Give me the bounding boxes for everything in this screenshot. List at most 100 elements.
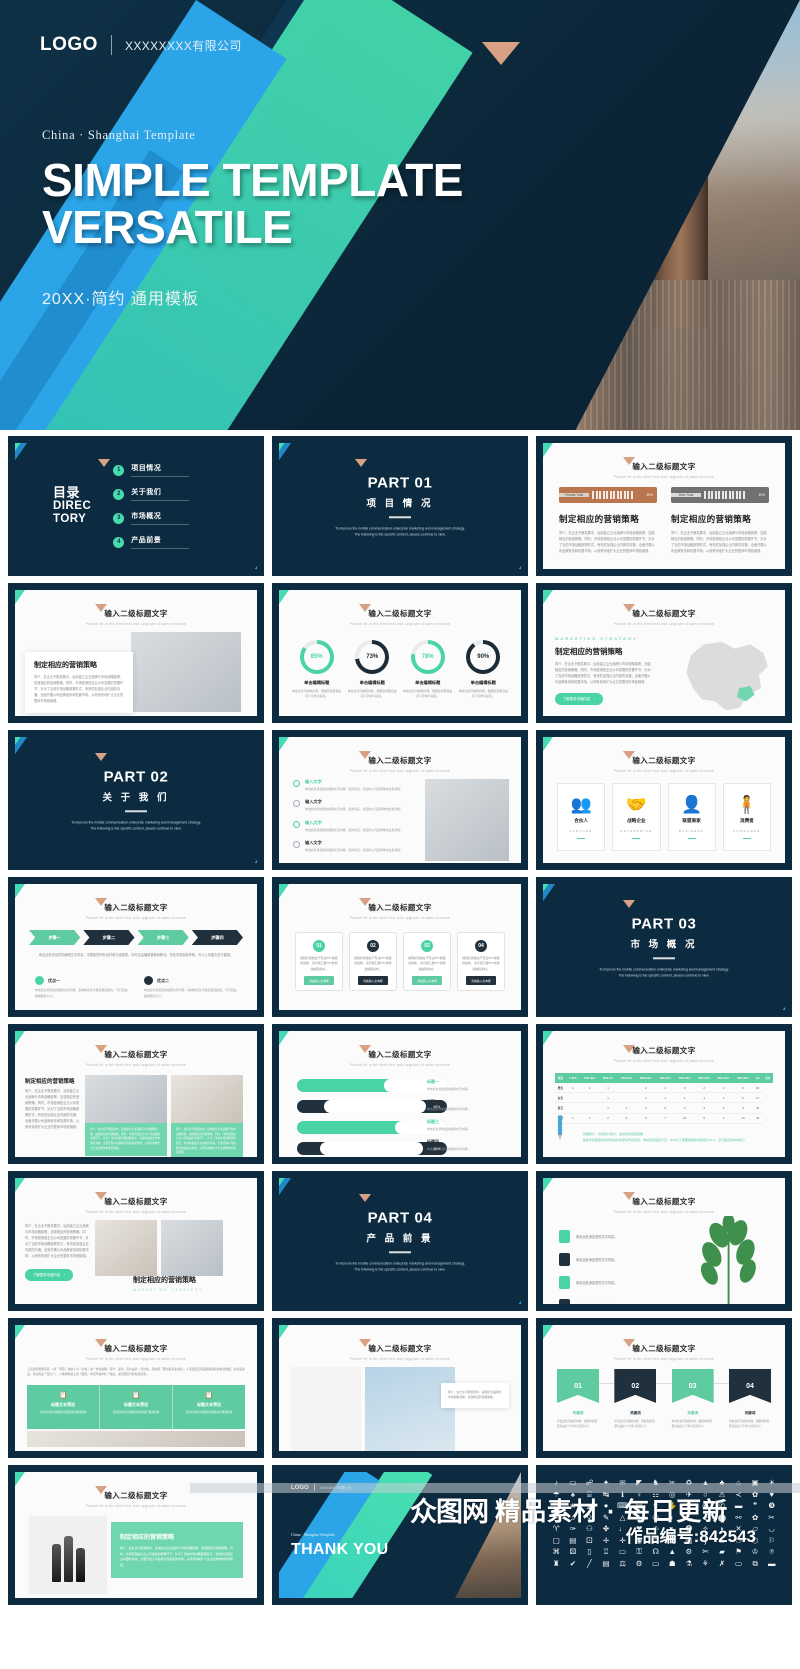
library-icon[interactable]: ▰ [715,1548,730,1556]
thumb-data-table[interactable]: 输入二级标题文字 Please fill in the brief text a… [536,1024,792,1164]
library-icon[interactable]: ✎ [599,1513,614,1522]
library-icon[interactable]: ⚖ [615,1559,630,1568]
icon-card-consumer[interactable]: 🧍 消费者 CONSUMER [722,783,771,851]
thumb-bullet-list[interactable]: 输入二级标题文字 Please fill in the brief text a… [272,730,528,870]
library-icon[interactable]: ▭ [615,1548,630,1556]
library-icon[interactable]: ✧ [698,1525,713,1533]
step-chip[interactable]: 步骤四 [191,930,243,945]
step-chip[interactable]: 步骤二 [83,930,135,945]
icon-card-enterprise[interactable]: 🤝 战略企业 ENTERPRISE [612,783,661,851]
library-icon[interactable]: ✑ [566,1525,581,1533]
library-icon[interactable]: ◢ [582,1502,597,1510]
thumb-part-02[interactable]: PART 02 关 于 我 们 To improve the mobile co… [8,730,264,870]
library-icon[interactable]: ▥ [682,1536,697,1545]
sidebar-item-market[interactable]: 3 市场概况 [113,511,190,525]
library-icon[interactable]: ⬤ [715,1513,730,1522]
library-icon[interactable]: ✂ [764,1513,779,1522]
library-icon[interactable]: ☊ [648,1548,663,1556]
library-icon[interactable]: ▭ [648,1559,663,1568]
library-icon[interactable]: ⚱ [665,1536,680,1545]
library-icon[interactable]: ⚑ [682,1502,697,1510]
library-icon[interactable]: ♡ [549,1502,564,1510]
library-icon[interactable]: ♖ [599,1548,614,1556]
library-icon[interactable]: ◗ [715,1525,730,1533]
numbered-card[interactable]: 02 编辑标题放在于专业PPT模板的加味，请与我汇报PPT的修改编辑素材。 查看… [349,932,397,992]
library-icon[interactable]: ♪ [665,1525,680,1533]
library-icon[interactable]: ⌘ [549,1548,564,1556]
step-chip[interactable]: 步骤一 [29,930,81,945]
sidebar-item-about[interactable]: 2 关于我们 [113,487,190,501]
library-icon[interactable]: ⚘ [698,1559,713,1568]
library-icon[interactable]: ▭ [731,1559,746,1568]
thumb-text-photo[interactable]: 输入二级标题文字 Please fill in the brief text a… [8,583,264,723]
library-icon[interactable]: ⚄ [566,1548,581,1556]
library-icon[interactable]: ♔ [748,1548,763,1556]
library-icon[interactable]: ▬ [731,1502,746,1510]
library-icon[interactable]: ♫ [566,1513,581,1522]
library-icon[interactable]: ✗ [715,1559,730,1568]
thumb-steps[interactable]: 输入二级标题文字 Please fill in the brief text a… [8,877,264,1017]
library-icon[interactable]: ♨ [715,1536,730,1545]
library-icon[interactable]: ʄ [698,1536,713,1545]
library-icon[interactable]: ▯ [582,1548,597,1556]
thumb-marketing-photos[interactable]: 输入二级标题文字 Please fill in the brief text a… [8,1171,264,1311]
library-icon[interactable]: ⚯ [731,1513,746,1522]
icon-card-partner[interactable]: 👥 合伙人 PARTNER [557,783,606,851]
library-icon[interactable]: ★ [566,1502,581,1510]
thumb-green-band[interactable]: 输入二级标题文字 Please fill in the brief text a… [8,1318,264,1458]
library-icon[interactable]: ◉ [632,1536,647,1545]
library-icon[interactable]: ✕ [731,1525,746,1533]
library-icon[interactable]: ✄ [698,1548,713,1556]
library-icon[interactable]: ▲ [665,1548,680,1556]
numbered-card[interactable]: 03 编辑标题放在于专业PPT模板的加味，请与我汇报PPT的修改编辑素材。 查看… [403,932,451,992]
library-icon[interactable]: ▤ [599,1559,614,1568]
library-icon[interactable]: ⏱ [648,1536,663,1545]
library-icon[interactable]: ♈ [549,1525,564,1533]
library-icon[interactable]: ✿ [748,1513,763,1522]
card-button[interactable]: 查看输入文本框 [304,976,334,986]
library-icon[interactable]: ⚀ [582,1536,597,1545]
thumb-part-01[interactable]: PART 01 项 目 情 况 To improve the mobile co… [272,436,528,576]
thumb-meters[interactable]: 输入二级标题文字 Please fill in the brief text a… [536,436,792,576]
library-icon[interactable]: ✔ [566,1559,581,1568]
library-icon[interactable]: ➊ [682,1525,697,1533]
library-icon[interactable]: ✍ [648,1525,663,1533]
card-button[interactable]: 查看输入文本框 [358,976,388,986]
library-icon[interactable]: ✇ [648,1513,663,1522]
library-icon[interactable]: ● [599,1502,614,1510]
library-icon[interactable]: ♤ [632,1513,647,1522]
library-icon[interactable]: ＋ [698,1513,713,1522]
library-icon[interactable]: ⌨ [615,1502,630,1510]
sidebar-item-product[interactable]: 4 产品前景 [113,535,190,549]
library-icon[interactable]: ❤ [632,1525,647,1533]
library-icon[interactable]: ╱ [582,1559,597,1568]
numbered-card[interactable]: 01 编辑标题放在于专业PPT模板的加味，请与我汇报PPT的修改编辑素材。 查看… [295,932,343,992]
numbered-card[interactable]: 04 编辑标题放在于专业PPT模板的加味，请与我汇报PPT的修改编辑素材。 查看… [457,932,505,992]
thumb-icon-cards[interactable]: 输入二级标题文字 Please fill in the brief text a… [536,730,792,870]
library-icon[interactable]: ⚐ [764,1536,779,1545]
library-icon[interactable]: ▱ [748,1525,763,1533]
library-icon[interactable]: ▤ [632,1502,647,1510]
library-icon[interactable]: ◡ [764,1525,779,1533]
library-icon[interactable]: ✛ [599,1536,614,1545]
library-icon[interactable]: ▬ [764,1559,779,1568]
library-icon[interactable]: ❾ [764,1502,779,1510]
library-icon[interactable]: ⚲ [582,1513,597,1522]
thumb-leaf-list[interactable]: 输入二级标题文字 Please fill in the brief text a… [536,1171,792,1311]
library-icon[interactable]: ⚙ [682,1548,697,1556]
library-icon[interactable]: ✋ [665,1502,680,1510]
library-icon[interactable]: ♜ [549,1559,564,1568]
library-icon[interactable]: ☗ [665,1559,680,1568]
library-icon[interactable]: ◉ [698,1502,713,1510]
library-icon[interactable]: ✤ [599,1525,614,1533]
library-icon[interactable]: ⚑ [731,1548,746,1556]
library-icon[interactable]: ❞ [748,1502,763,1510]
library-icon[interactable]: ⌁ [549,1513,564,1522]
learn-more-button[interactable]: 了解更多详细内容 › [555,692,604,705]
library-icon[interactable]: ⌾ [764,1548,779,1556]
library-icon[interactable]: ♩ [615,1525,630,1533]
library-icon[interactable]: △ [615,1513,630,1522]
library-icon[interactable]: ⚆ [731,1536,746,1545]
library-icon[interactable]: ✆ [715,1502,730,1510]
thumb-ribbons[interactable]: 输入二级标题文字 Please fill in the brief text a… [536,1318,792,1458]
